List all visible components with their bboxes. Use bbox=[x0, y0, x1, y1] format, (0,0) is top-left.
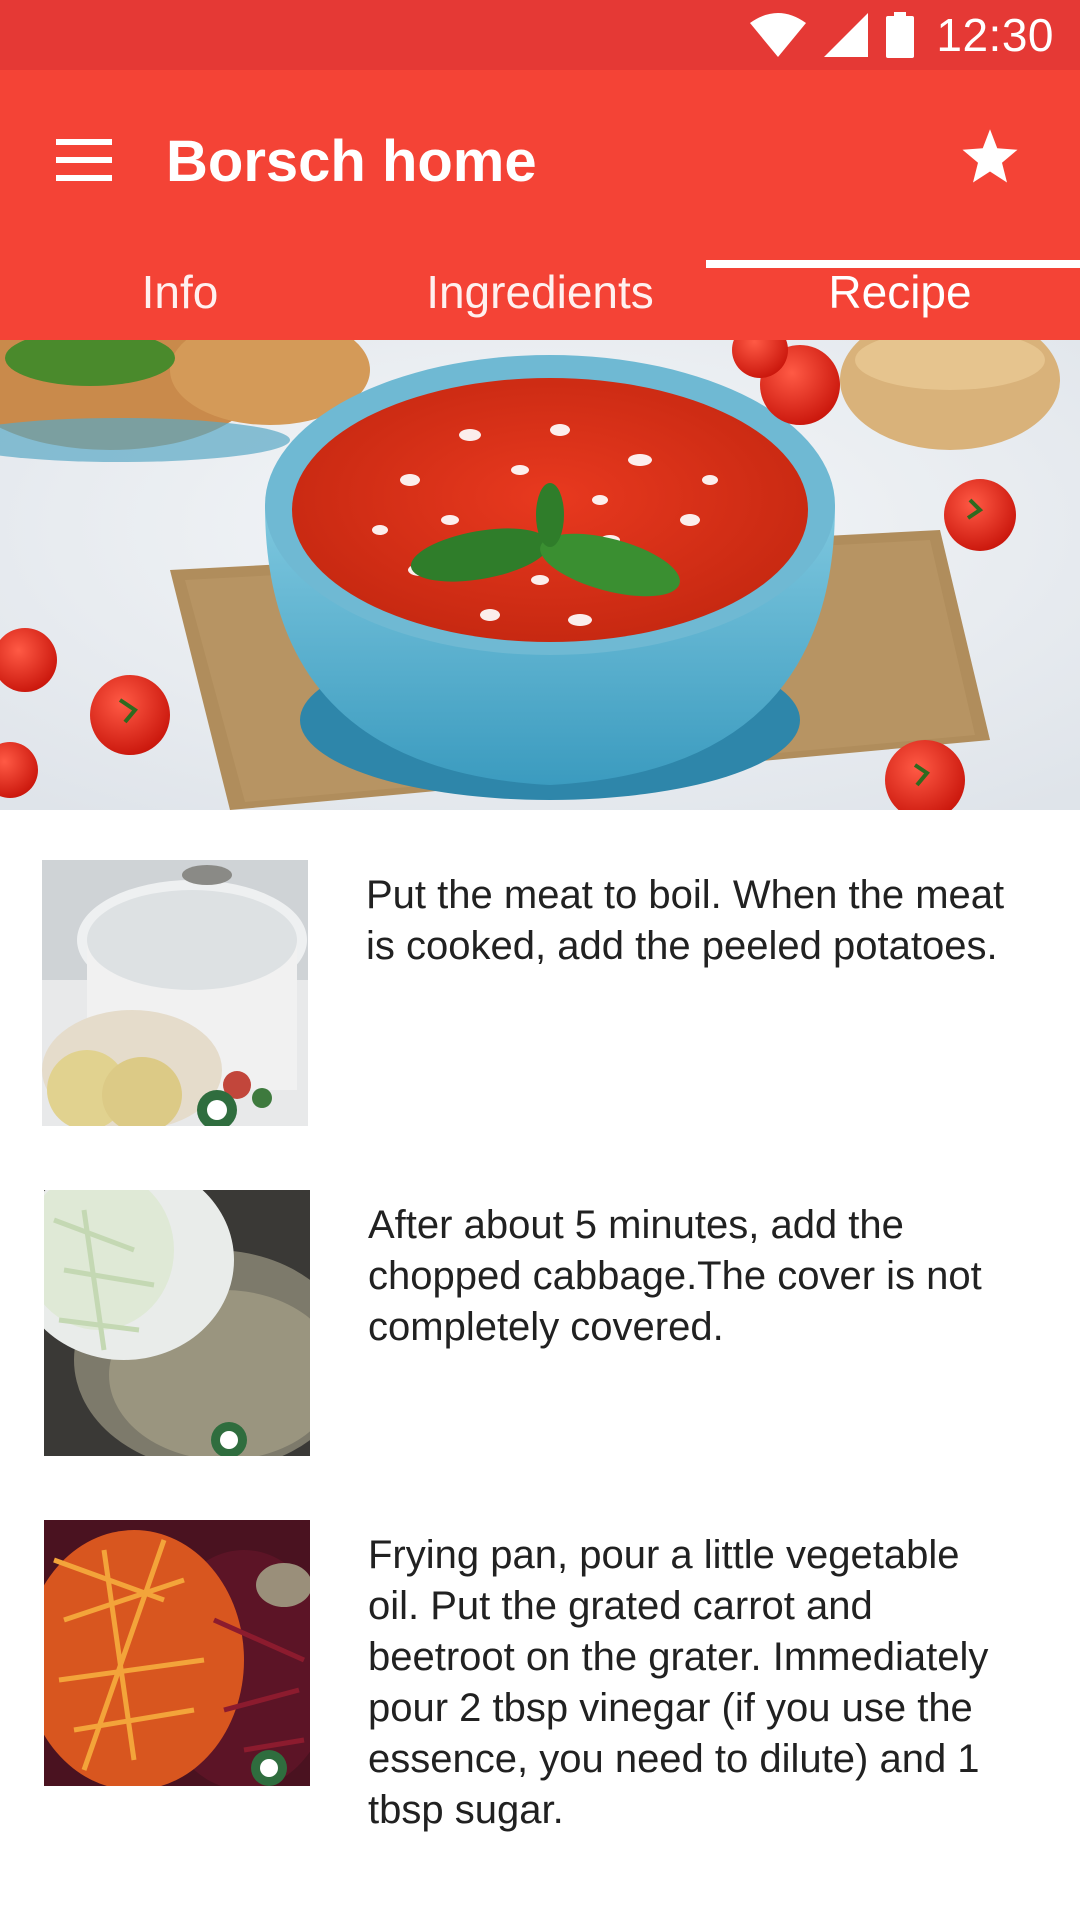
hamburger-menu-icon bbox=[56, 139, 112, 181]
tab-recipe[interactable]: Recipe bbox=[720, 260, 1080, 340]
status-time: 12:30 bbox=[936, 9, 1054, 61]
tab-bar: Info Ingredients Recipe bbox=[0, 260, 1080, 340]
recipe-steps: Put the meat to boil. When the meat is c… bbox=[0, 810, 1080, 1920]
step-text: Put the meat to boil. When the meat is c… bbox=[366, 873, 1005, 968]
step-image-boiling-meat bbox=[42, 860, 308, 1126]
tab-ingredients[interactable]: Ingredients bbox=[360, 260, 720, 340]
page-title: Borsch home bbox=[166, 129, 537, 194]
menu-button[interactable] bbox=[48, 124, 120, 196]
tab-recipe-label: Recipe bbox=[828, 266, 972, 318]
app-bar: Borsch home Info Ingredients Recipe bbox=[0, 70, 1080, 340]
hero-image bbox=[0, 340, 1080, 810]
step-text: Frying pan, pour a little vegetable oil.… bbox=[368, 1533, 989, 1832]
tab-info-label: Info bbox=[141, 266, 219, 318]
star-icon bbox=[962, 129, 1018, 183]
cell-signal-icon bbox=[824, 13, 869, 57]
wifi-icon bbox=[750, 13, 807, 57]
status-bar: 12:30 bbox=[0, 0, 1080, 70]
battery-icon bbox=[886, 12, 915, 58]
step-image-cabbage bbox=[44, 1190, 310, 1456]
tab-info[interactable]: Info bbox=[0, 260, 360, 340]
tab-indicator bbox=[706, 260, 1080, 268]
favorite-button[interactable] bbox=[950, 118, 1030, 198]
step-text: After about 5 minutes, add the chopped c… bbox=[368, 1203, 982, 1349]
tab-ingredients-label: Ingredients bbox=[426, 266, 654, 318]
step-image-carrot-beet bbox=[44, 1520, 310, 1786]
